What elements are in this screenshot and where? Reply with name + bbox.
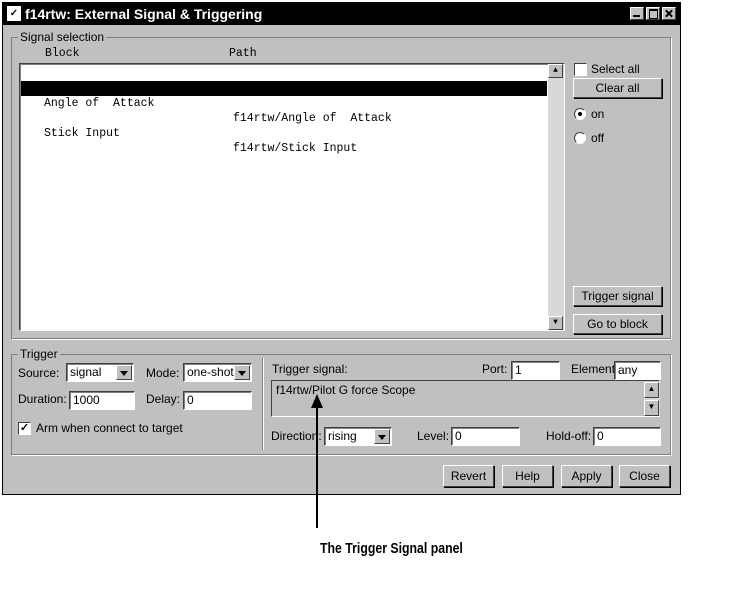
scroll-down-icon[interactable]: ▼ [644, 400, 659, 416]
chevron-down-icon[interactable] [374, 429, 390, 444]
chevron-down-icon[interactable] [234, 365, 250, 380]
minimize-button[interactable] [630, 7, 644, 20]
row-path: f14rtw/Stick Input [233, 142, 358, 155]
row-path: f14rtw/Angle of Attack [233, 112, 392, 125]
list-item[interactable]: Stick Input f14rtw/Stick Input [21, 96, 547, 155]
off-radio[interactable] [574, 132, 586, 144]
column-header-block: Block [45, 47, 80, 60]
clear-all-button[interactable]: Clear all [573, 78, 662, 98]
row-block: Stick Input [44, 127, 120, 140]
scroll-up-icon[interactable]: ▲ [644, 382, 659, 398]
close-button[interactable]: Close [619, 465, 670, 487]
mode-value: one-shot [187, 365, 234, 379]
go-to-block-button[interactable]: Go to block [573, 314, 662, 334]
list-item[interactable]: XT Pilot G force Scope f14rtw/Pilot G fo… [21, 81, 547, 140]
trigger-scrollbar[interactable]: ▲ ▼ [644, 382, 660, 416]
column-header-path: Path [229, 47, 257, 60]
trigger-label: Trigger [18, 347, 60, 361]
source-select[interactable]: signal [66, 363, 134, 382]
source-value: signal [70, 365, 102, 379]
trigger-separator [262, 358, 264, 450]
duration-field[interactable]: 1000 [69, 391, 135, 410]
mode-label: Mode: [146, 366, 180, 380]
scroll-up-icon[interactable]: ▲ [548, 64, 563, 78]
holdoff-field[interactable]: 0 [593, 427, 661, 446]
on-radio[interactable] [574, 108, 586, 120]
off-radio-label: off [591, 131, 605, 145]
delay-field[interactable]: 0 [183, 391, 252, 410]
port-field[interactable]: 1 [511, 361, 560, 380]
delay-label: Delay: [146, 392, 181, 406]
title-bar[interactable]: ✓ f14rtw: External Signal & Triggering [3, 3, 680, 25]
arm-label: Arm when connect to target [36, 421, 183, 435]
direction-label: Direction: [271, 429, 322, 443]
scroll-down-icon[interactable]: ▼ [548, 316, 563, 330]
level-field[interactable]: 0 [451, 427, 520, 446]
mode-select[interactable]: one-shot [183, 363, 252, 382]
holdoff-label: Hold-off: [546, 429, 592, 443]
revert-button[interactable]: Revert [443, 465, 494, 487]
maximize-button[interactable] [646, 7, 660, 20]
duration-label: Duration: [18, 392, 67, 406]
apply-button[interactable]: Apply [561, 465, 612, 487]
list-item[interactable]: Angle of Attack f14rtw/Angle of Attack [21, 66, 547, 125]
trigger-signal-button[interactable]: Trigger signal [573, 286, 662, 306]
help-button[interactable]: Help [502, 465, 553, 487]
signal-selection-label: Signal selection [18, 30, 107, 44]
row-path: f14rtw/Pilot G force Scope [233, 127, 413, 140]
trigger-signal-value: f14rtw/Pilot G force Scope [276, 383, 416, 397]
trigger-signal-label: Trigger signal: [272, 362, 348, 376]
annotation-line [316, 406, 318, 528]
window-title: f14rtw: External Signal & Triggering [25, 6, 263, 22]
list-scrollbar[interactable]: ▲ ▼ [548, 64, 564, 330]
element-field[interactable]: any [614, 361, 661, 380]
annotation-caption: The Trigger Signal panel [320, 540, 463, 557]
source-label: Source: [18, 366, 60, 380]
chevron-down-icon[interactable] [116, 365, 132, 380]
signal-list[interactable]: Angle of Attack f14rtw/Angle of Attack X… [19, 63, 565, 331]
row-block: Pilot G force Scope [44, 112, 176, 125]
element-label: Element: [571, 362, 619, 376]
direction-value: rising [328, 429, 357, 443]
select-all-label: Select all [591, 62, 640, 76]
trigger-signal-display: f14rtw/Pilot G force Scope [271, 380, 660, 417]
close-window-button[interactable] [662, 7, 676, 20]
arm-checkbox[interactable]: ✓ [18, 422, 31, 435]
direction-select[interactable]: rising [324, 427, 392, 446]
select-all-checkbox[interactable] [574, 63, 587, 76]
system-menu-icon[interactable]: ✓ [7, 6, 21, 21]
port-label: Port: [482, 362, 508, 376]
level-label: Level: [417, 429, 450, 443]
on-radio-label: on [591, 107, 605, 121]
